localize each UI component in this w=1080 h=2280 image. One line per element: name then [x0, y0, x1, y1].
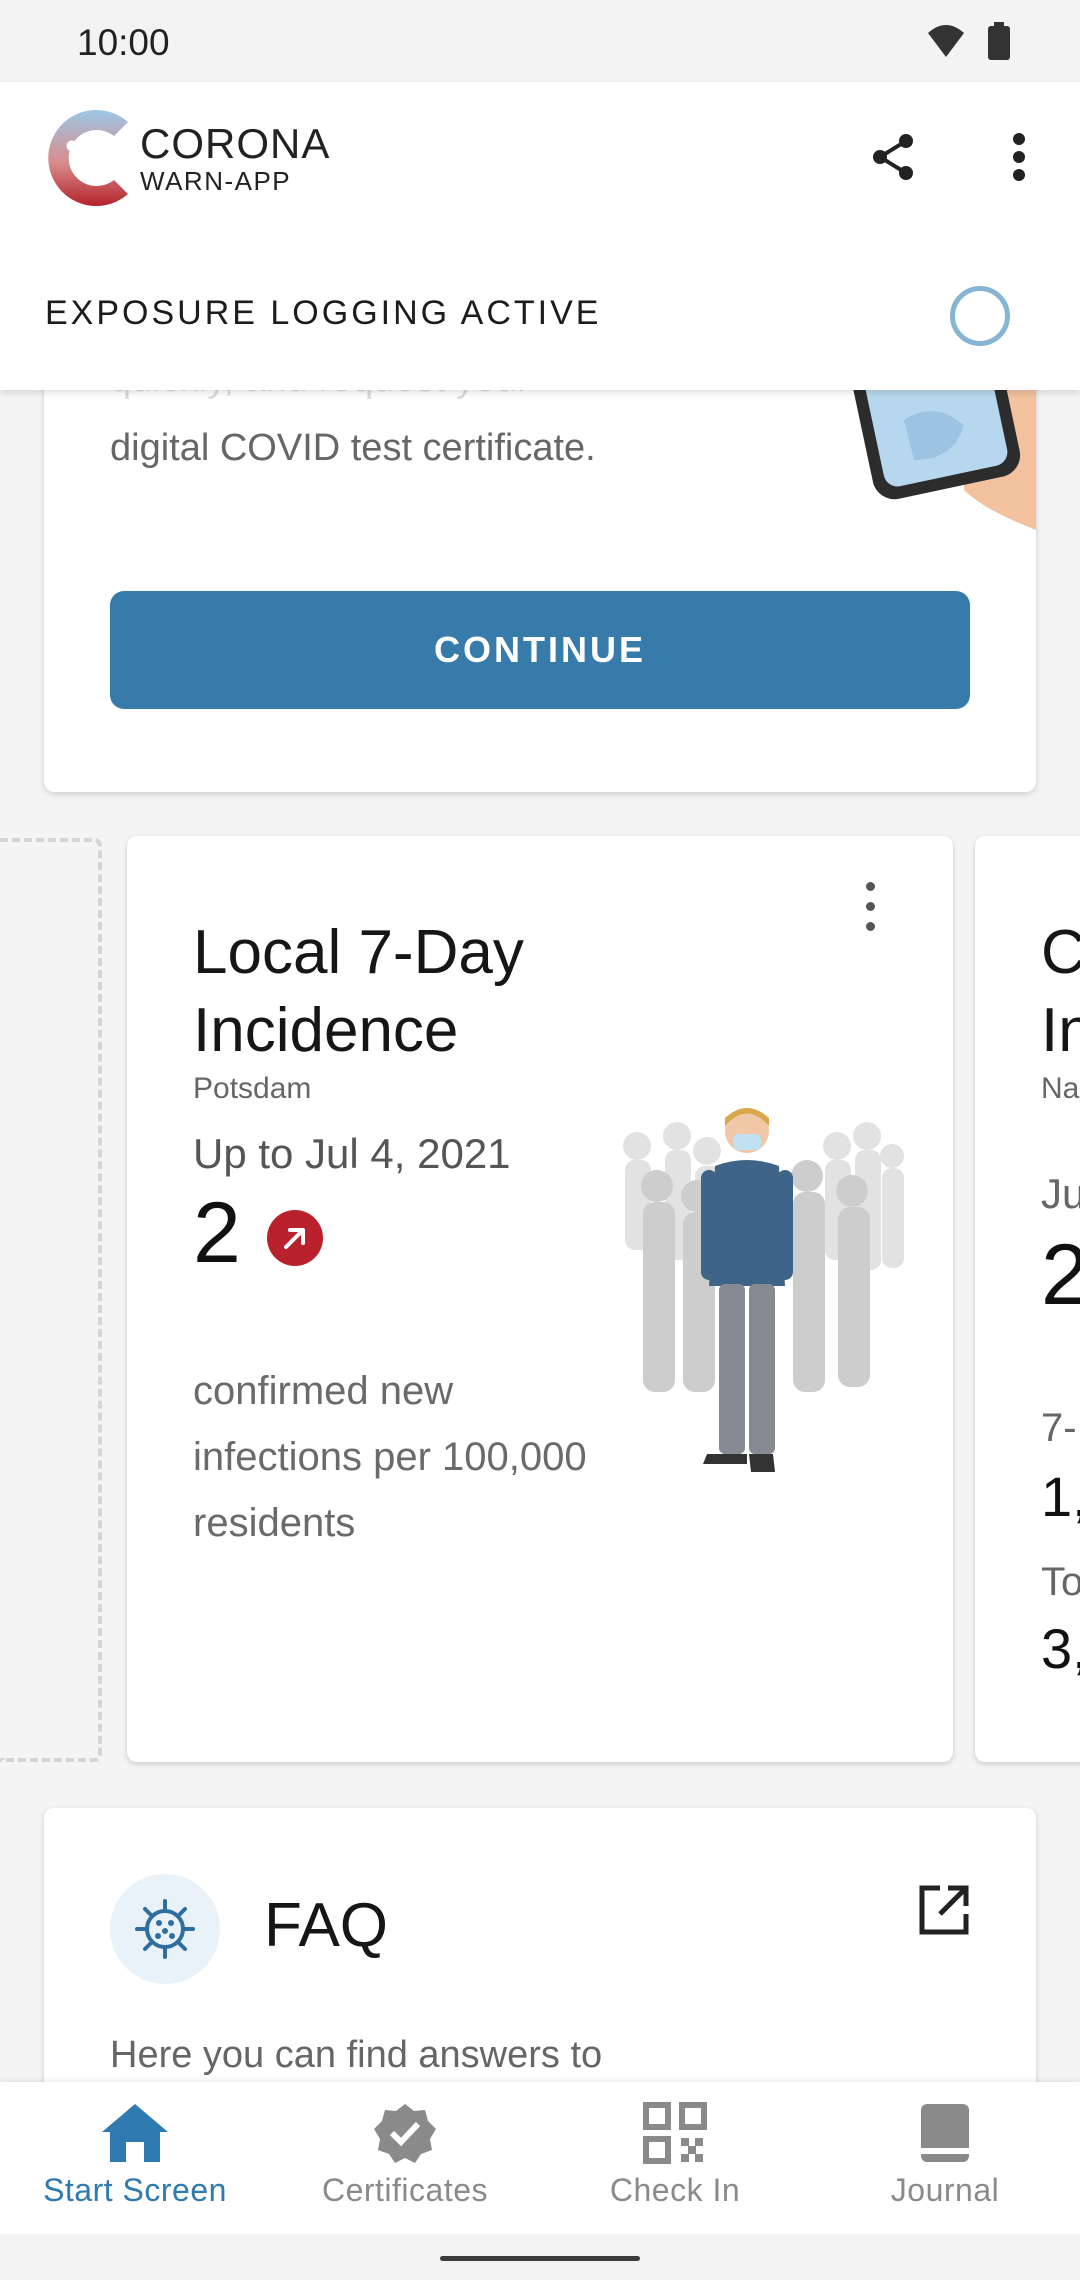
incidence-date: Up to Jul 4, 2021: [193, 1130, 511, 1177]
corona-warn-app-logo: [48, 110, 128, 206]
nav-label: Check In: [609, 2172, 741, 2208]
share-button[interactable]: [858, 122, 928, 192]
peek-title-line2: In: [1041, 996, 1080, 1065]
incidence-value: 2: [193, 1185, 241, 1281]
brand-subname: WARN-APP: [140, 166, 292, 196]
peek-line4: 1,: [1041, 1465, 1080, 1528]
nav-journal[interactable]: Journal: [810, 2082, 1080, 2234]
peek-line1: Ju: [1041, 1170, 1080, 1217]
peek-sub: Na: [1041, 1072, 1080, 1105]
qr-code-icon: [643, 2102, 707, 2164]
nav-check-in[interactable]: Check In: [540, 2082, 810, 2234]
brand-name: CORONA: [140, 120, 331, 167]
faq-title: FAQ: [264, 1891, 389, 1960]
nav-certificates[interactable]: Certificates: [270, 2082, 540, 2234]
continue-button[interactable]: CONTINUE: [110, 591, 970, 709]
bottom-navigation: Start Screen Certificates Check In Journ…: [0, 2082, 1080, 2234]
home-gesture-handle[interactable]: [440, 2256, 640, 2261]
more-vert-icon: [1013, 133, 1025, 181]
certificate-icon: [374, 2104, 436, 2163]
peek-title-line1: C: [1041, 918, 1080, 987]
gesture-navigation-area: [0, 2234, 1080, 2280]
test-card-text: digital COVID test certificate.: [110, 427, 596, 469]
virus-icon: [110, 1874, 220, 1984]
card-overflow-menu-icon[interactable]: [855, 876, 885, 936]
book-icon: [921, 2104, 969, 2162]
incidence-description: confirmed new infections per 100,000 res…: [193, 1369, 587, 1545]
home-icon: [102, 2104, 168, 2162]
statistics-placeholder-slot[interactable]: [0, 838, 102, 1762]
nav-label: Journal: [890, 2172, 1000, 2208]
share-icon: [873, 134, 913, 180]
peek-line5: To: [1041, 1560, 1080, 1604]
peek-line3: 7-: [1041, 1406, 1077, 1450]
peek-line2: 2: [1041, 1227, 1080, 1323]
open-external-icon[interactable]: [914, 1880, 974, 1940]
person-with-mask-illustration: [623, 1108, 904, 1472]
exposure-logging-status[interactable]: EXPOSURE LOGGING ACTIVE: [45, 294, 601, 333]
faq-text: Here you can find answers to: [110, 2034, 603, 2076]
next-statistics-card[interactable]: C In Na Ju 2 7- 1, To 3,: [975, 836, 1080, 1762]
trend-up-icon: [267, 1210, 323, 1266]
incidence-title: Local 7-Day Incidence: [193, 918, 524, 1065]
more-options-button[interactable]: [984, 122, 1054, 192]
peek-line6: 3,: [1041, 1617, 1080, 1680]
nav-start-screen[interactable]: Start Screen: [0, 2082, 270, 2234]
local-incidence-card[interactable]: Local 7-Day Incidence Potsdam Up to Jul …: [127, 836, 953, 1762]
incidence-location: Potsdam: [193, 1072, 312, 1105]
nav-label: Start Screen: [43, 2172, 227, 2208]
app-header: CORONA WARN-APP EXPOSURE LOGGING ACTIVE: [0, 82, 1080, 390]
exposure-status-ring-icon: [950, 286, 1010, 346]
nav-label: Certificates: [321, 2172, 489, 2208]
